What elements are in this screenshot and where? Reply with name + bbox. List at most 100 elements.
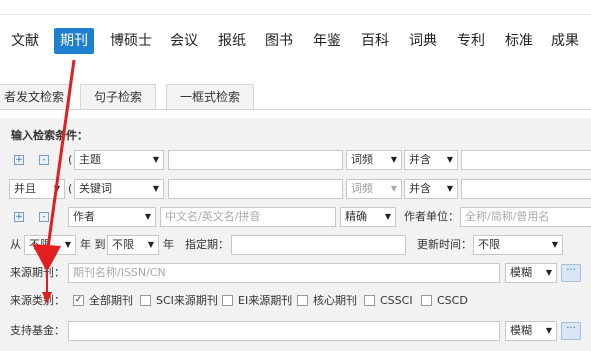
tabs-divider <box>0 109 591 110</box>
checkbox-cssci[interactable] <box>364 295 375 306</box>
tab-sentence-search[interactable]: 句子检索 <box>80 84 156 110</box>
update-time-label: 更新时间： <box>417 238 472 251</box>
topic-input-2[interactable] <box>461 150 591 170</box>
chevron-down-icon: ▼ <box>152 155 159 164</box>
match-select-2[interactable]: 词频 ▼ <box>346 179 402 199</box>
combine-select-2[interactable]: 并含 ▼ <box>404 179 458 199</box>
tab-single-box-search[interactable]: 一框式检索 <box>166 84 254 110</box>
combine-select-1-value: 并含 <box>409 153 431 166</box>
to-year-select[interactable]: 不限 ▼ <box>107 235 159 255</box>
checkbox-core-label: 核心期刊 <box>313 294 357 307</box>
author-org-label: 作者单位： <box>404 210 459 223</box>
form-heading: 输入检索条件： <box>11 129 88 142</box>
add-row-icon[interactable]: + <box>14 212 24 222</box>
precision-select-value: 精确 <box>345 210 367 223</box>
field-select-author-value: 作者 <box>73 210 95 223</box>
field-select-topic-value: 主题 <box>79 153 101 166</box>
field-select-keyword[interactable]: 关键词 ▼ <box>74 179 164 199</box>
category-nav: 文献 期刊 博硕士 会议 报纸 图书 年鉴 百科 词典 专利 标准 成果 <box>0 0 591 76</box>
update-time-value: 不限 <box>478 238 500 251</box>
checkbox-ei[interactable] <box>222 295 233 306</box>
chevron-down-icon: ▼ <box>147 240 154 249</box>
combine-select-2-value: 并含 <box>409 182 431 195</box>
source-journal-label: 来源期刊： <box>10 266 65 279</box>
checkbox-cscd-label: CSCD <box>437 294 468 307</box>
chevron-down-icon: ▼ <box>390 184 397 193</box>
nav-item-thesis[interactable]: 博硕士 <box>110 28 152 54</box>
chevron-down-icon: ▼ <box>446 184 453 193</box>
from-year-value: 不限 <box>29 238 51 251</box>
nav-item-newspaper[interactable]: 报纸 <box>218 28 246 54</box>
keyword-input[interactable] <box>168 179 343 199</box>
source-match-value: 模糊 <box>510 266 532 279</box>
update-time-select[interactable]: 不限 ▼ <box>473 235 563 255</box>
logic-select[interactable]: 并且 ▼ <box>9 179 65 199</box>
source-category-label: 来源类别： <box>10 294 65 307</box>
nav-item-standard[interactable]: 标准 <box>505 28 533 54</box>
remove-row-icon[interactable]: - <box>39 212 49 222</box>
match-select-2-value: 词频 <box>351 182 373 195</box>
chevron-down-icon: ▼ <box>446 155 453 164</box>
fund-picker-button[interactable]: ··· <box>561 322 581 340</box>
nav-item-achievement[interactable]: 成果 <box>551 28 579 54</box>
source-journal-picker-button[interactable]: ··· <box>561 264 581 282</box>
specify-issue-input[interactable] <box>231 235 406 255</box>
logic-select-value: 并且 <box>14 182 36 195</box>
fund-match-select[interactable]: 模糊 ▼ <box>505 321 557 341</box>
field-select-keyword-value: 关键词 <box>79 182 112 195</box>
source-journal-input[interactable]: 期刊名称/ISSN/CN <box>68 263 500 283</box>
chevron-down-icon: ▼ <box>390 155 397 164</box>
topic-input[interactable] <box>168 150 343 170</box>
year-label: 年 <box>163 238 174 251</box>
checkbox-sci-label: SCI来源期刊 <box>156 294 218 307</box>
chevron-down-icon: ▼ <box>384 212 391 221</box>
chevron-down-icon: ▼ <box>64 240 71 249</box>
checkbox-all-journals[interactable]: ✓ <box>73 295 84 306</box>
chevron-down-icon: ▼ <box>545 326 552 335</box>
fund-label: 支持基金： <box>10 324 65 337</box>
precision-select[interactable]: 精确 ▼ <box>340 207 396 227</box>
match-select-1-value: 词频 <box>351 153 373 166</box>
nav-item-journal[interactable]: 期刊 <box>54 28 94 54</box>
field-select-author[interactable]: 作者 ▼ <box>68 207 156 227</box>
chevron-down-icon: ▼ <box>144 212 151 221</box>
source-match-select[interactable]: 模糊 ▼ <box>505 263 557 283</box>
checkbox-core[interactable] <box>297 295 308 306</box>
add-row-icon[interactable]: + <box>14 155 24 165</box>
advanced-search-form: 输入检索条件： + - ( 主题 ▼ 词频 ▼ 并含 ▼ 并且 ▼ ( 关键词 … <box>0 118 591 351</box>
open-bracket: ( <box>68 153 73 166</box>
nav-item-encyclopedia[interactable]: 百科 <box>361 28 389 54</box>
chevron-down-icon: ▼ <box>53 184 60 193</box>
author-org-input[interactable]: 全称/简称/曾用名 <box>460 207 591 227</box>
fund-match-value: 模糊 <box>510 324 532 337</box>
checkbox-cscd[interactable] <box>421 295 432 306</box>
specify-issue-label: 指定期： <box>185 238 229 251</box>
fund-input[interactable] <box>68 321 500 341</box>
remove-row-icon[interactable]: - <box>39 155 49 165</box>
field-select-topic[interactable]: 主题 ▼ <box>74 150 164 170</box>
open-bracket: ( <box>68 182 73 195</box>
combine-select-1[interactable]: 并含 ▼ <box>404 150 458 170</box>
tab-author-search[interactable]: 者发文检索 <box>0 84 70 110</box>
date-from-label: 从 <box>10 238 21 251</box>
year-to-label: 年 到 <box>80 238 106 251</box>
nav-item-dictionary[interactable]: 词典 <box>409 28 437 54</box>
nav-item-books[interactable]: 图书 <box>265 28 293 54</box>
checkbox-all-journals-label: 全部期刊 <box>89 294 133 307</box>
author-input[interactable]: 中文名/英文名/拼音 <box>160 207 336 227</box>
chevron-down-icon: ▼ <box>545 268 552 277</box>
nav-top-divider <box>0 14 591 15</box>
nav-item-yearbook[interactable]: 年鉴 <box>313 28 341 54</box>
keyword-input-2[interactable] <box>461 179 591 199</box>
checkbox-sci[interactable] <box>140 295 151 306</box>
chevron-down-icon: ▼ <box>152 184 159 193</box>
to-year-value: 不限 <box>112 238 134 251</box>
screenshot-stage: 文献 期刊 博硕士 会议 报纸 图书 年鉴 百科 词典 专利 标准 成果 者发文… <box>0 0 591 351</box>
match-select-1[interactable]: 词频 ▼ <box>346 150 402 170</box>
checkbox-cssci-label: CSSCI <box>380 294 413 307</box>
from-year-select[interactable]: 不限 ▼ <box>24 235 76 255</box>
nav-item-literature[interactable]: 文献 <box>11 28 39 54</box>
nav-item-conference[interactable]: 会议 <box>170 28 198 54</box>
checkbox-ei-label: EI来源期刊 <box>238 294 293 307</box>
nav-item-patent[interactable]: 专利 <box>457 28 485 54</box>
